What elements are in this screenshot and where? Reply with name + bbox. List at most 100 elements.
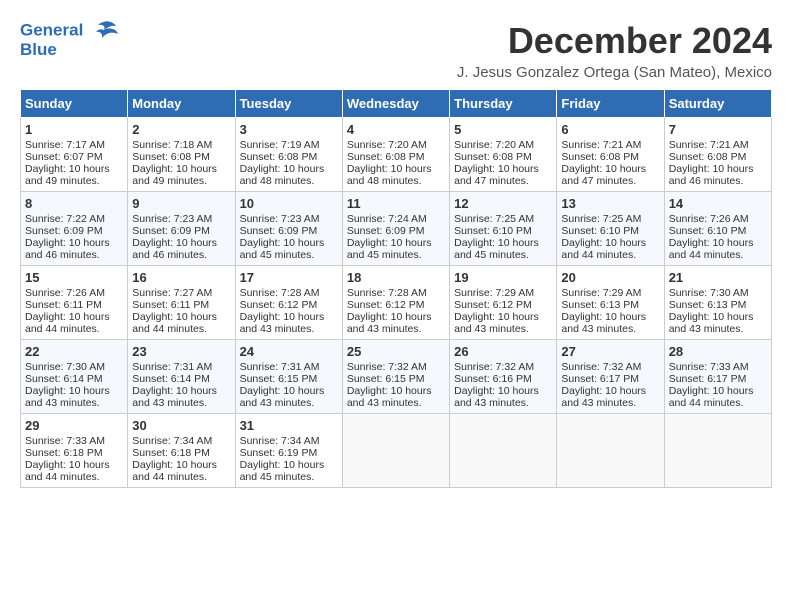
daylight: Daylight: 10 hours and 44 minutes. [132,459,217,483]
daylight: Daylight: 10 hours and 46 minutes. [25,237,110,261]
day-number: 23 [132,344,230,359]
logo-bird-icon [90,20,118,42]
calendar-header-friday: Friday [557,90,664,118]
day-number: 5 [454,122,552,137]
daylight: Daylight: 10 hours and 43 minutes. [240,385,325,409]
daylight: Daylight: 10 hours and 43 minutes. [561,311,646,335]
day-number: 12 [454,196,552,211]
daylight: Daylight: 10 hours and 45 minutes. [347,237,432,261]
calendar-cell: 13Sunrise: 7:25 AMSunset: 6:10 PMDayligh… [557,192,664,266]
sunrise: Sunrise: 7:33 AM [669,361,749,373]
sunset: Sunset: 6:10 PM [454,225,532,237]
day-number: 11 [347,196,445,211]
daylight: Daylight: 10 hours and 43 minutes. [669,311,754,335]
daylight: Daylight: 10 hours and 43 minutes. [132,385,217,409]
day-number: 15 [25,270,123,285]
daylight: Daylight: 10 hours and 44 minutes. [132,311,217,335]
sunset: Sunset: 6:18 PM [132,447,210,459]
title-section: December 2024 J. Jesus Gonzalez Ortega (… [457,20,772,81]
sunrise: Sunrise: 7:29 AM [454,287,534,299]
calendar-cell: 14Sunrise: 7:26 AMSunset: 6:10 PMDayligh… [664,192,771,266]
calendar-header-sunday: Sunday [21,90,128,118]
calendar-cell: 11Sunrise: 7:24 AMSunset: 6:09 PMDayligh… [342,192,449,266]
sunset: Sunset: 6:14 PM [25,373,103,385]
sunset: Sunset: 6:15 PM [347,373,425,385]
day-number: 6 [561,122,659,137]
sunset: Sunset: 6:12 PM [454,299,532,311]
sunrise: Sunrise: 7:23 AM [240,213,320,225]
calendar-cell: 4Sunrise: 7:20 AMSunset: 6:08 PMDaylight… [342,118,449,192]
logo: General Blue [20,20,118,60]
sunset: Sunset: 6:09 PM [132,225,210,237]
sunrise: Sunrise: 7:29 AM [561,287,641,299]
sunset: Sunset: 6:13 PM [669,299,747,311]
calendar-cell: 24Sunrise: 7:31 AMSunset: 6:15 PMDayligh… [235,340,342,414]
sunset: Sunset: 6:12 PM [347,299,425,311]
sunrise: Sunrise: 7:26 AM [669,213,749,225]
sunrise: Sunrise: 7:34 AM [240,435,320,447]
day-number: 28 [669,344,767,359]
daylight: Daylight: 10 hours and 47 minutes. [561,163,646,187]
daylight: Daylight: 10 hours and 44 minutes. [669,385,754,409]
day-number: 14 [669,196,767,211]
day-number: 26 [454,344,552,359]
sunrise: Sunrise: 7:20 AM [454,139,534,151]
calendar-cell: 27Sunrise: 7:32 AMSunset: 6:17 PMDayligh… [557,340,664,414]
sunrise: Sunrise: 7:34 AM [132,435,212,447]
sunrise: Sunrise: 7:32 AM [347,361,427,373]
day-number: 24 [240,344,338,359]
sunrise: Sunrise: 7:18 AM [132,139,212,151]
calendar-header-wednesday: Wednesday [342,90,449,118]
sunset: Sunset: 6:19 PM [240,447,318,459]
calendar-header-tuesday: Tuesday [235,90,342,118]
sunset: Sunset: 6:17 PM [669,373,747,385]
logo-blue: Blue [20,40,57,60]
location-title: J. Jesus Gonzalez Ortega (San Mateo), Me… [457,64,772,81]
sunrise: Sunrise: 7:30 AM [25,361,105,373]
calendar-cell: 17Sunrise: 7:28 AMSunset: 6:12 PMDayligh… [235,266,342,340]
daylight: Daylight: 10 hours and 43 minutes. [240,311,325,335]
day-number: 18 [347,270,445,285]
day-number: 8 [25,196,123,211]
sunrise: Sunrise: 7:30 AM [669,287,749,299]
calendar-cell: 7Sunrise: 7:21 AMSunset: 6:08 PMDaylight… [664,118,771,192]
calendar-week-row: 8Sunrise: 7:22 AMSunset: 6:09 PMDaylight… [21,192,772,266]
calendar-cell: 20Sunrise: 7:29 AMSunset: 6:13 PMDayligh… [557,266,664,340]
sunset: Sunset: 6:18 PM [25,447,103,459]
sunrise: Sunrise: 7:23 AM [132,213,212,225]
calendar-cell: 26Sunrise: 7:32 AMSunset: 6:16 PMDayligh… [450,340,557,414]
calendar-cell: 10Sunrise: 7:23 AMSunset: 6:09 PMDayligh… [235,192,342,266]
daylight: Daylight: 10 hours and 45 minutes. [240,237,325,261]
sunset: Sunset: 6:10 PM [561,225,639,237]
day-number: 17 [240,270,338,285]
day-number: 4 [347,122,445,137]
day-number: 3 [240,122,338,137]
day-number: 20 [561,270,659,285]
daylight: Daylight: 10 hours and 44 minutes. [25,311,110,335]
calendar-header-monday: Monday [128,90,235,118]
calendar-cell: 23Sunrise: 7:31 AMSunset: 6:14 PMDayligh… [128,340,235,414]
daylight: Daylight: 10 hours and 44 minutes. [669,237,754,261]
sunset: Sunset: 6:08 PM [454,151,532,163]
calendar-cell: 6 Sunrise: 7:21 AMSunset: 6:08 PMDaylight… [557,118,664,192]
month-title: December 2024 [457,20,772,62]
sunrise: Sunrise: 7:31 AM [240,361,320,373]
sunrise: Sunrise: 7:26 AM [25,287,105,299]
header: General Blue December 2024 J. Jesus Gonz… [20,20,772,81]
daylight: Daylight: 10 hours and 49 minutes. [132,163,217,187]
sunrise: Sunrise: 7:21 AM [669,139,749,151]
daylight: Daylight: 10 hours and 43 minutes. [347,311,432,335]
day-number: 27 [561,344,659,359]
day-number: 1 [25,122,123,137]
day-number: 29 [25,418,123,433]
sunrise: Sunrise: 7:19 AM [240,139,320,151]
calendar-week-row: 29Sunrise: 7:33 AMSunset: 6:18 PMDayligh… [21,414,772,488]
sunset: Sunset: 6:08 PM [561,151,639,163]
calendar-week-row: 15Sunrise: 7:26 AMSunset: 6:11 PMDayligh… [21,266,772,340]
day-number: 30 [132,418,230,433]
day-number: 31 [240,418,338,433]
page-wrapper: General Blue December 2024 J. Jesus Gonz… [20,20,772,488]
sunrise: Sunrise: 7:21 AM [561,139,641,151]
sunset: Sunset: 6:14 PM [132,373,210,385]
calendar-cell: 19Sunrise: 7:29 AMSunset: 6:12 PMDayligh… [450,266,557,340]
